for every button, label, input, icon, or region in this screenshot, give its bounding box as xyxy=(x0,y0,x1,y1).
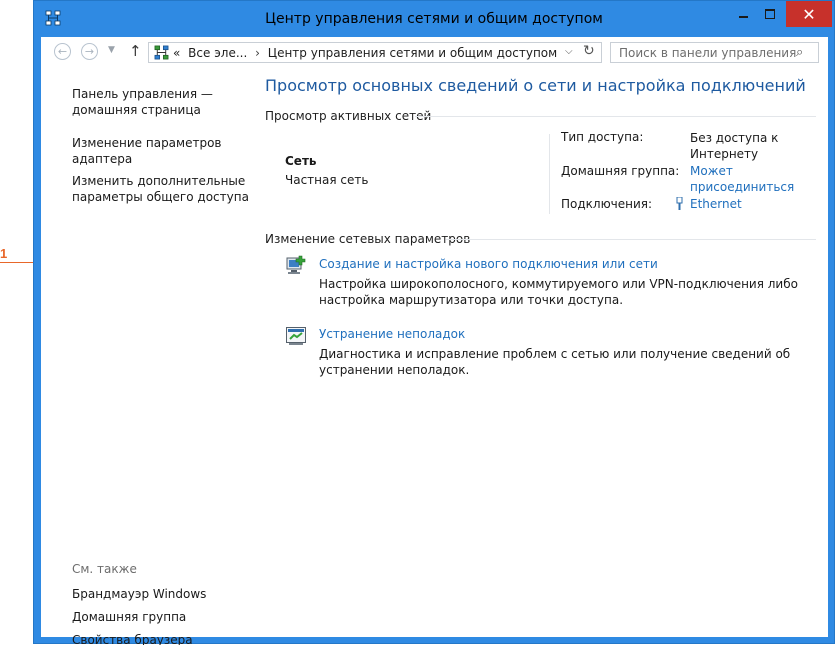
breadcrumb-separator[interactable]: › xyxy=(255,46,260,60)
ethernet-link[interactable]: Ethernet xyxy=(690,197,742,211)
address-bar[interactable]: « Все эле... › Центр управления сетями и… xyxy=(148,42,602,63)
access-type-value: Без доступа к Интернету xyxy=(690,131,779,161)
up-button[interactable]: ↑ xyxy=(129,42,142,60)
close-icon: ✕ xyxy=(802,4,816,24)
search-input[interactable] xyxy=(611,43,799,62)
maximize-button[interactable] xyxy=(758,1,782,27)
network-name: Сеть xyxy=(285,154,317,168)
search-icon[interactable]: ⌕ xyxy=(796,45,803,60)
left-pane: Панель управления — домашняя страница Из… xyxy=(41,68,259,645)
forward-button[interactable]: → xyxy=(81,43,98,60)
recent-locations-button[interactable]: ▼ xyxy=(108,45,115,55)
address-dropdown-button[interactable]: ⌵ xyxy=(565,46,573,57)
window: Центр управления сетями и общим доступом… xyxy=(33,0,835,645)
advanced-sharing-settings-link[interactable]: Изменить дополнительные параметры общего… xyxy=(72,173,252,205)
access-type-label: Тип доступа: xyxy=(561,130,644,144)
control-panel-home-link[interactable]: Панель управления — домашняя страница xyxy=(72,86,252,118)
windows-firewall-link[interactable]: Брандмауэр Windows xyxy=(72,586,252,602)
search-box[interactable]: ⌕ xyxy=(610,42,819,63)
new-connection-icon xyxy=(286,255,306,274)
troubleshoot-link[interactable]: Устранение неполадок xyxy=(319,327,465,341)
breadcrumb-network-center[interactable]: Центр управления сетями и общим доступом xyxy=(268,46,557,60)
homegroup-link[interactable]: Домашняя группа xyxy=(72,609,252,625)
troubleshoot-icon xyxy=(286,327,306,345)
setup-new-connection-link[interactable]: Создание и настройка нового подключения … xyxy=(319,257,658,271)
close-button[interactable]: ✕ xyxy=(786,1,832,27)
connections-label: Подключения: xyxy=(561,197,653,211)
main-pane: Просмотр основных сведений о сети и наст… xyxy=(265,68,828,637)
troubleshoot-description: Диагностика и исправление проблем с сеть… xyxy=(319,347,791,377)
address-prefix-chevron[interactable]: « xyxy=(173,46,180,60)
section-divider xyxy=(415,116,816,117)
breadcrumb-all-items[interactable]: Все эле... xyxy=(188,46,247,60)
network-type: Частная сеть xyxy=(285,173,369,187)
connection-entry: Ethernet xyxy=(675,196,805,212)
annotation-number: 1 xyxy=(0,246,8,261)
client-area: ← → ▼ ↑ « Все эле... › Центр управления … xyxy=(41,37,828,645)
homegroup-label: Домашняя группа: xyxy=(561,164,680,178)
browser-properties-link[interactable]: Свойства браузера xyxy=(72,632,252,645)
minimize-button[interactable] xyxy=(731,1,755,27)
address-path: « Все эле... › Центр управления сетями и… xyxy=(173,46,557,60)
window-title: Центр управления сетями и общим доступом xyxy=(265,11,603,27)
vertical-divider xyxy=(549,134,550,214)
homegroup-join-link[interactable]: Может присоединиться xyxy=(690,163,820,195)
page-title: Просмотр основных сведений о сети и наст… xyxy=(265,76,806,95)
title-bar: Центр управления сетями и общим доступом… xyxy=(34,1,834,37)
refresh-button[interactable]: ↻ xyxy=(583,43,595,59)
network-center-icon xyxy=(154,45,169,60)
ethernet-icon xyxy=(676,197,683,210)
active-networks-header: Просмотр активных сетей xyxy=(265,109,432,123)
back-button[interactable]: ← xyxy=(54,43,71,60)
section-divider xyxy=(446,239,816,240)
change-adapter-settings-link[interactable]: Изменение параметров адаптера xyxy=(72,135,252,167)
setup-new-connection-description: Настройка широкополосного, коммутируемог… xyxy=(319,277,798,307)
navigation-bar: ← → ▼ ↑ « Все эле... › Центр управления … xyxy=(41,37,828,68)
see-also-label: См. также xyxy=(72,562,137,576)
change-settings-header: Изменение сетевых параметров xyxy=(265,232,471,246)
